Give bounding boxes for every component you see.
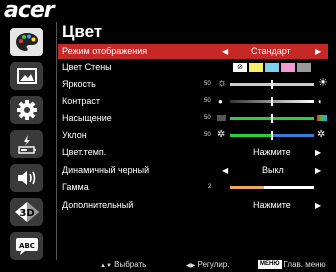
contrast-value: 50 [204, 98, 211, 104]
sidebar-item-settings[interactable] [10, 96, 43, 124]
brightness-row[interactable]: Яркость 50 ☼ ☀ [58, 77, 328, 92]
tint-slider-left[interactable] [230, 134, 272, 137]
acer-logo: acer [4, 0, 55, 23]
advanced-label: Дополнительный [62, 200, 134, 210]
gamma-row[interactable]: Гамма 2 [58, 180, 328, 195]
footer-select-hint: ▲▼ Выбрать [100, 258, 146, 272]
tint-slider-right[interactable] [272, 134, 314, 137]
menu-title: Цвет [62, 22, 103, 41]
arrow-left-icon[interactable]: ◀ [222, 163, 228, 178]
sidebar-item-3d[interactable]: 3D [10, 198, 43, 226]
arrow-right-icon[interactable]: ▶ [315, 44, 321, 59]
gear-icon [16, 100, 37, 120]
display-mode-label: Режим отображения [62, 46, 148, 56]
sidebar-item-image[interactable] [10, 62, 43, 90]
svg-text:3D: 3D [19, 208, 34, 219]
gamma-label: Гамма [62, 182, 89, 192]
color-temp-value: Нажмите [253, 147, 291, 157]
saturation-slider-thumb[interactable] [271, 114, 273, 123]
dynamic-black-value: Выкл [262, 165, 284, 175]
menu-key-badge: МЕНЮ [258, 260, 282, 270]
power-battery-icon [17, 135, 36, 154]
brightness-low-icon: ☼ [217, 77, 228, 89]
display-mode-row[interactable]: Режим отображения ◀ Стандарт ▶ [58, 44, 328, 59]
contrast-low-icon: ● [218, 97, 223, 106]
3d-icon: 3D [14, 202, 39, 222]
wall-color-swatch-pink[interactable] [281, 63, 295, 72]
wall-color-label: Цвет Стены [62, 62, 112, 72]
gamma-slider-fill [230, 186, 264, 189]
picture-icon [16, 68, 37, 84]
wall-color-swatch-blue[interactable] [265, 63, 279, 72]
up-down-arrows-icon: ▲▼ [100, 263, 112, 269]
arrow-right-icon[interactable]: ▶ [315, 198, 321, 213]
left-right-arrows-icon: ◀▶ [186, 263, 196, 269]
saturation-value: 50 [204, 115, 211, 121]
brightness-high-icon: ☀ [318, 77, 328, 89]
brightness-value: 50 [204, 81, 211, 87]
tint-high-icon: ✲ [317, 129, 326, 140]
contrast-row[interactable]: Контраст 50 ● ◐ [58, 94, 328, 109]
palette-icon [15, 33, 38, 51]
tint-value: 50 [204, 132, 211, 138]
sidebar-item-color[interactable] [10, 28, 43, 56]
footer-adjust-label: Регулир. [197, 260, 230, 269]
contrast-slider-thumb[interactable] [271, 97, 273, 106]
sidebar-item-language[interactable]: ABC [10, 232, 43, 260]
arrow-left-icon[interactable]: ◀ [222, 44, 228, 59]
color-temp-row[interactable]: Цвет.темп. Нажмите ▶ [58, 145, 328, 160]
advanced-row[interactable]: Дополнительный Нажмите ▶ [58, 198, 328, 213]
wall-color-swatch-yellow[interactable] [249, 63, 263, 72]
wall-color-swatch-gray[interactable] [297, 63, 311, 72]
brightness-slider-thumb[interactable] [271, 80, 273, 89]
saturation-low-icon [217, 115, 226, 121]
wall-color-row[interactable]: Цвет Стены ⊘ [58, 60, 328, 75]
footer-menu-hint: МЕНЮ Глав. меню [258, 258, 326, 272]
sidebar-divider [56, 22, 57, 260]
tint-label: Уклон [62, 130, 87, 140]
display-mode-value: Стандарт [251, 46, 291, 56]
gamma-value: 2 [208, 184, 212, 190]
saturation-high-icon [317, 115, 327, 121]
saturation-label: Насыщение [62, 113, 112, 123]
arrow-right-icon[interactable]: ▶ [315, 145, 321, 160]
tint-slider-thumb[interactable] [271, 131, 273, 140]
sidebar-item-audio[interactable] [10, 164, 43, 192]
saturation-row[interactable]: Насыщение 50 [58, 111, 328, 126]
footer-menu-label: Глав. меню [283, 260, 326, 269]
sidebar-item-power[interactable] [10, 130, 43, 158]
osd-sidebar: 3D ABC [0, 24, 56, 264]
arrow-right-icon[interactable]: ▶ [315, 163, 321, 178]
tint-row[interactable]: Уклон 50 ✲ ✲ [58, 128, 328, 143]
brightness-label: Яркость [62, 79, 96, 89]
svg-text:ABC: ABC [19, 242, 35, 250]
footer-select-label: Выбрать [114, 260, 147, 269]
contrast-high-icon: ◐ [318, 97, 323, 106]
advanced-value: Нажмите [253, 200, 291, 210]
wall-color-swatch-off[interactable]: ⊘ [233, 63, 247, 72]
tint-low-icon: ✲ [217, 129, 226, 140]
contrast-label: Контраст [62, 96, 100, 106]
language-icon: ABC [15, 238, 38, 255]
dynamic-black-label: Динамичный черный [62, 165, 150, 175]
color-temp-label: Цвет.темп. [62, 147, 107, 157]
speaker-icon [17, 171, 35, 185]
dynamic-black-row[interactable]: Динамичный черный ◀ Выкл ▶ [58, 163, 328, 178]
footer-adjust-hint: ◀▶ Регулир. [186, 258, 229, 272]
